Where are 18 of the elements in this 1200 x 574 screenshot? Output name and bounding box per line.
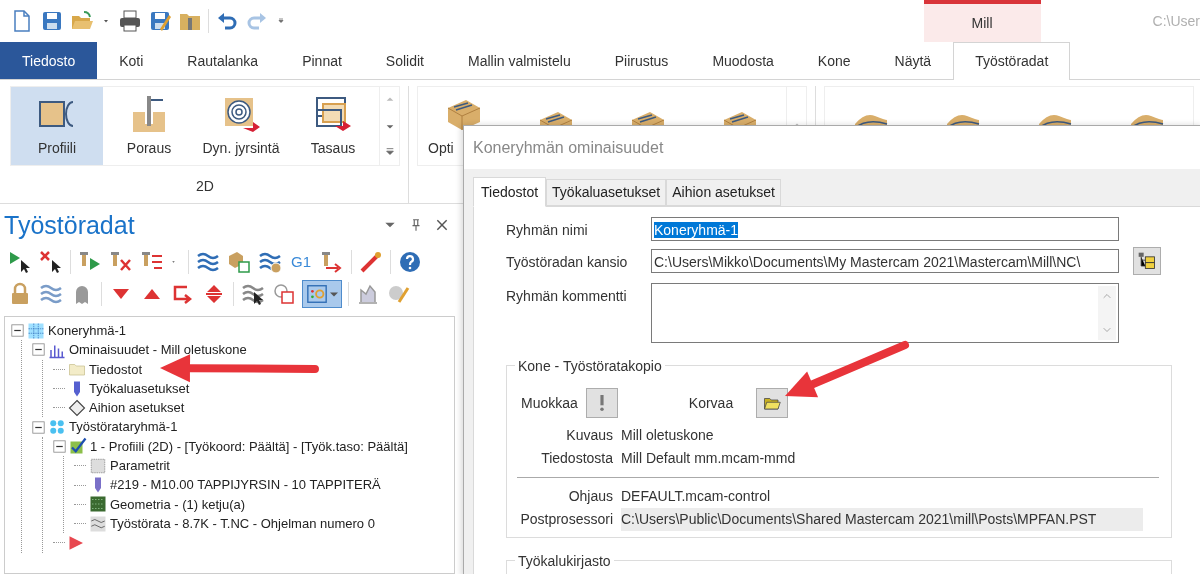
field-label: Ryhmän nimi bbox=[506, 221, 589, 240]
field-label: Ohjaus bbox=[567, 487, 614, 506]
field-value: Mill Default mm.mcam-mmd bbox=[621, 449, 796, 468]
panel-title: Työstöradat bbox=[4, 210, 135, 240]
field-value: DEFAULT.mcam-control bbox=[621, 487, 771, 506]
field-label: Tiedostosta bbox=[540, 449, 614, 468]
field-label: Ryhmän kommentti bbox=[506, 287, 628, 306]
field-label: Muokkaa bbox=[521, 393, 578, 413]
field-label: Postprosessori bbox=[519, 510, 614, 529]
field-label: Korvaa bbox=[688, 393, 734, 413]
context-tab-label: Mill bbox=[923, 0, 1041, 42]
field-label: Työstöradan kansio bbox=[506, 253, 629, 272]
dialog-title: Koneryhmän ominaisuudet bbox=[473, 137, 664, 158]
group-label: 2D bbox=[195, 177, 215, 196]
field-label: Kuvaus bbox=[565, 426, 614, 445]
field-value: C:\Users\Public\Documents\Shared Mastercam 2021\mill\Posts\MPFAN.PST bbox=[621, 508, 1143, 531]
window-path: C:\User bbox=[1151, 11, 1200, 31]
field-value: Mill oletuskone bbox=[621, 426, 714, 445]
